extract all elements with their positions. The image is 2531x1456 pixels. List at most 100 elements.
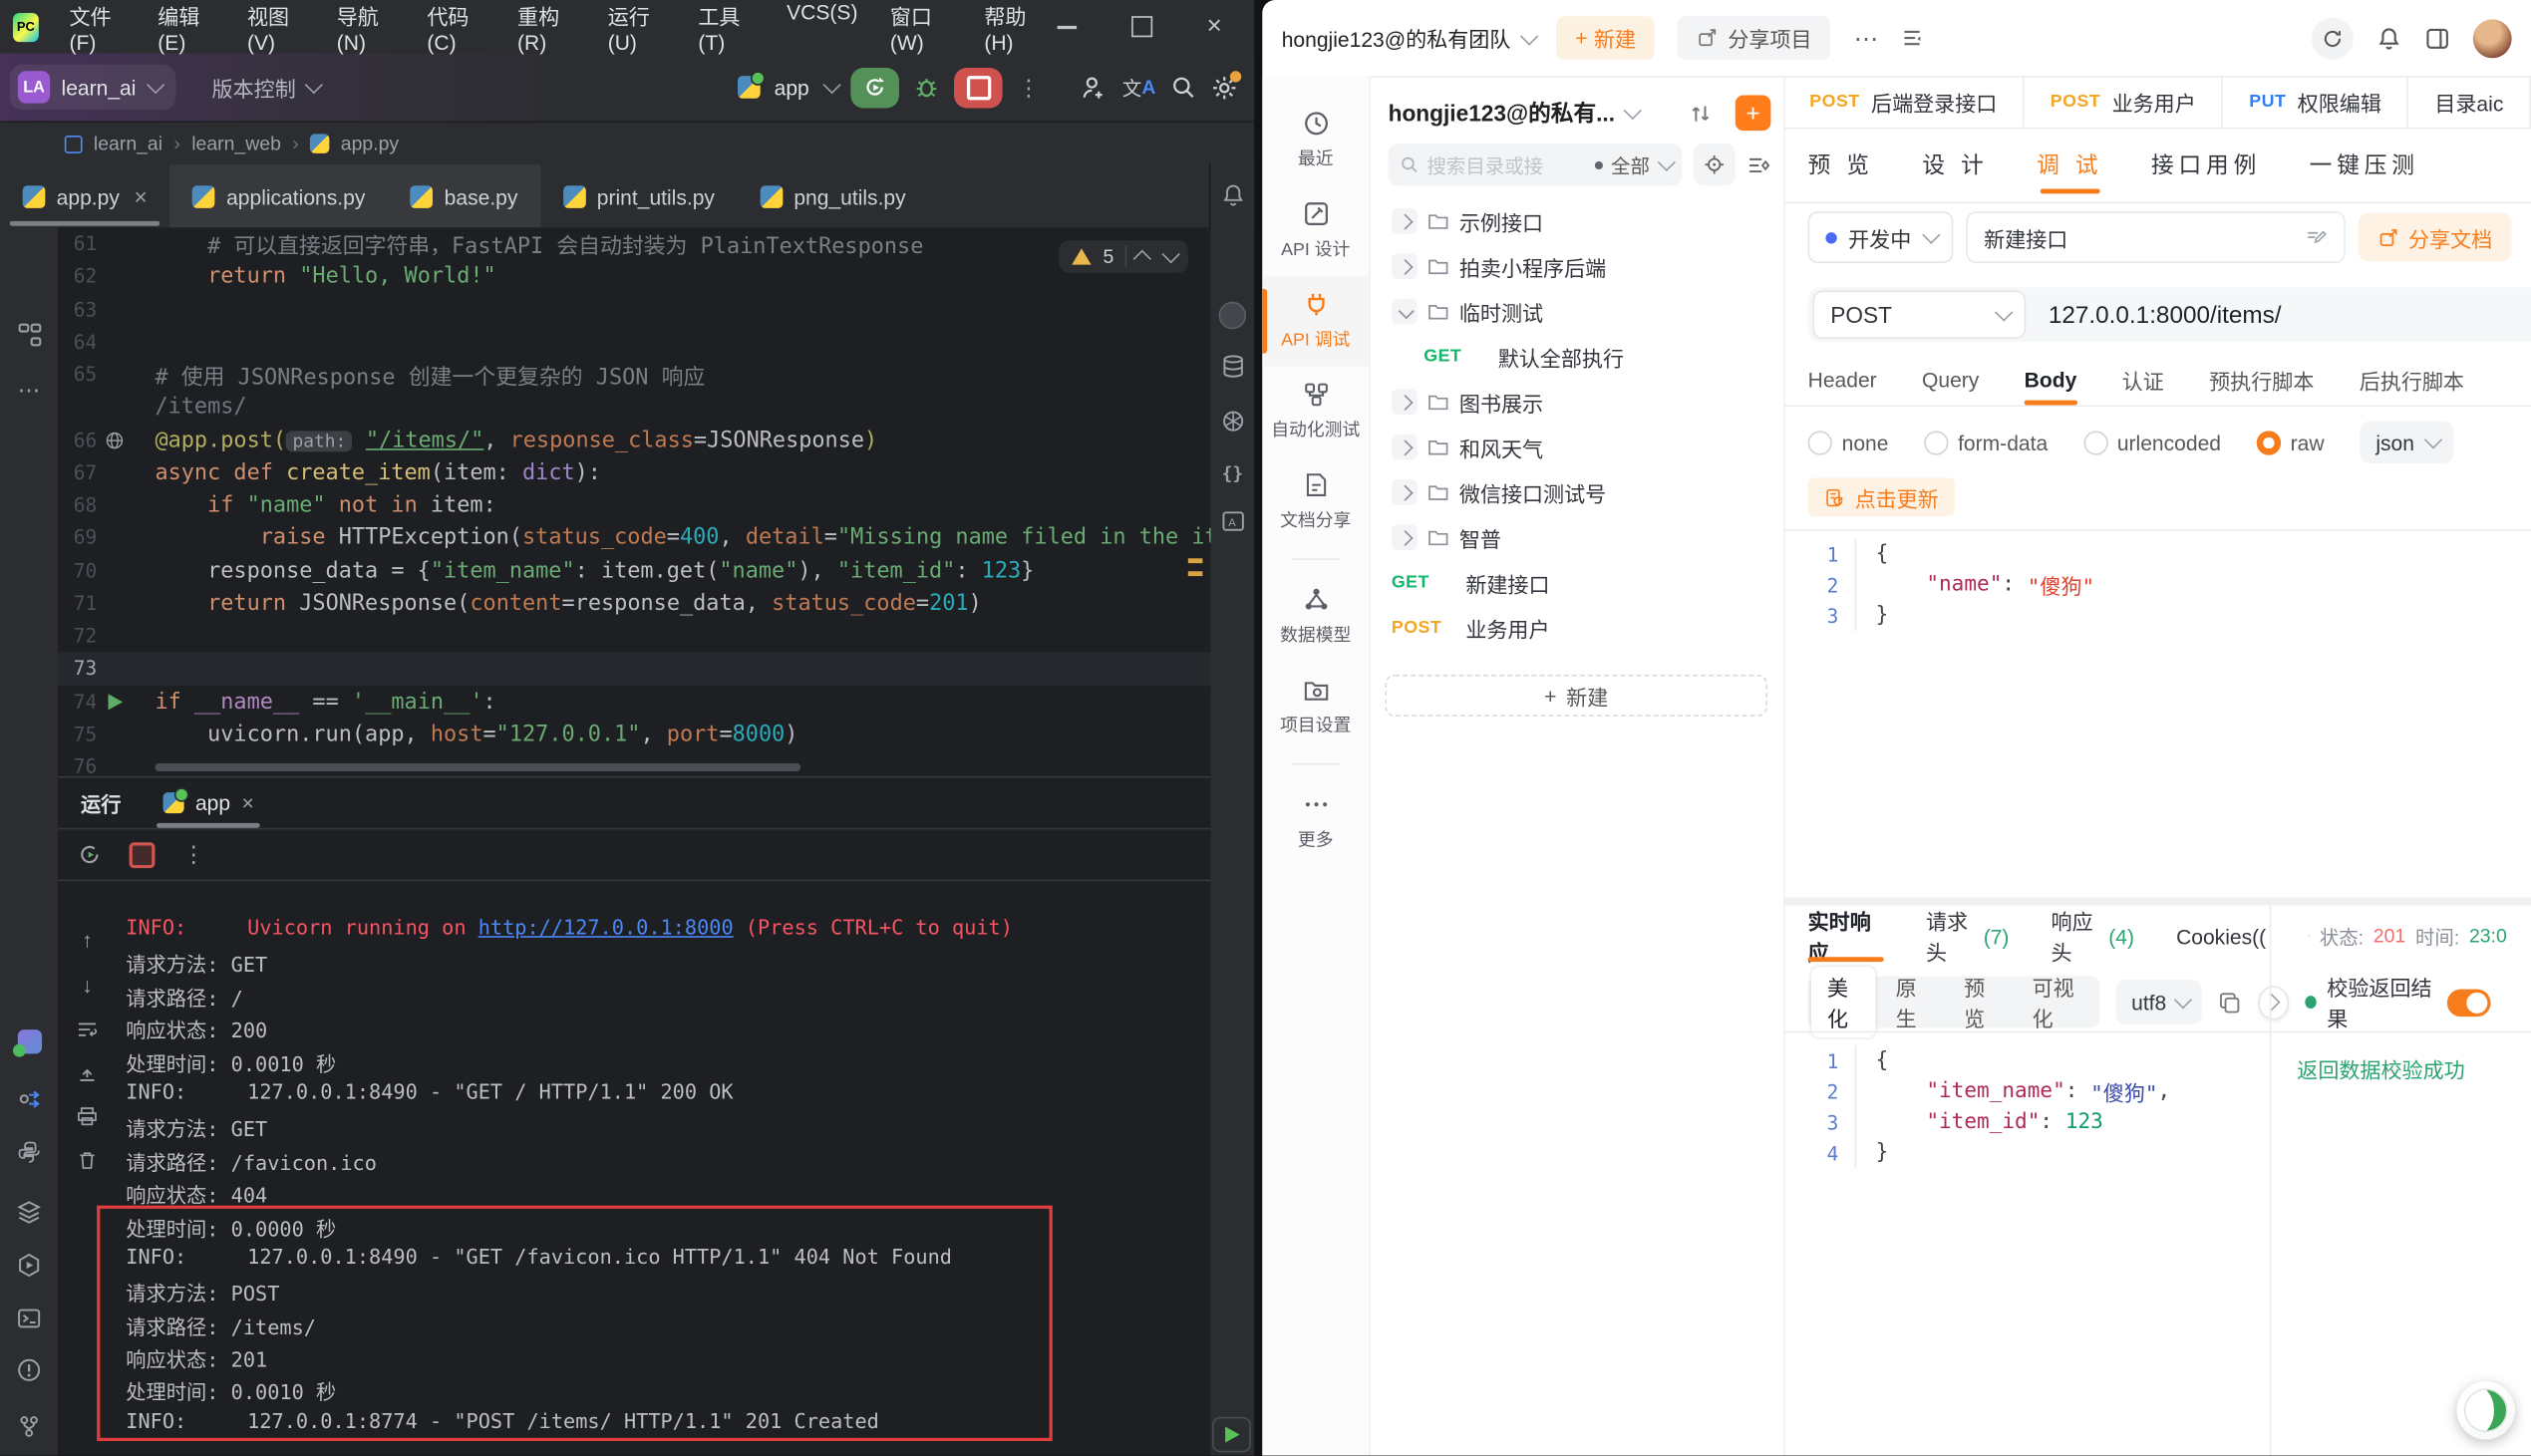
format-tab-原生[interactable]: 原生 xyxy=(1879,967,1944,1037)
rail-item-项目设置[interactable]: 项目设置 xyxy=(1262,662,1369,752)
raw-type-select[interactable]: json xyxy=(2360,422,2453,463)
format-tab-可视化[interactable]: 可视化 xyxy=(2016,967,2097,1037)
team-selector[interactable]: hongjie123@的私有团队 xyxy=(1282,23,1533,54)
filter-value[interactable]: 全部 xyxy=(1611,150,1650,178)
sidebar-toggle-icon[interactable] xyxy=(2424,25,2450,51)
request-tab-预执行脚本[interactable]: 预执行脚本 xyxy=(2209,355,2314,405)
subnav-tab-调试[interactable]: 调 试 xyxy=(2037,130,2102,200)
import-export-icon[interactable] xyxy=(1689,101,1713,125)
rail-item-API 设计[interactable]: API 设计 xyxy=(1262,185,1369,276)
menu-item[interactable]: VCS(S) xyxy=(773,0,872,59)
python-packages-icon[interactable] xyxy=(0,1139,58,1165)
chevron-right-icon[interactable] xyxy=(1392,524,1418,550)
floating-run-icon[interactable] xyxy=(1212,1417,1251,1453)
rail-item-数据模型[interactable]: 数据模型 xyxy=(1262,571,1369,662)
request-tab-Header[interactable]: Header xyxy=(1808,355,1877,405)
editor-tab[interactable]: png_utils.py xyxy=(738,164,929,229)
tree-folder[interactable]: 微信接口测试号 xyxy=(1369,469,1783,514)
ai-chat-icon[interactable] xyxy=(1210,302,1254,330)
method-select[interactable]: POST xyxy=(1812,290,2026,339)
next-warning-icon[interactable] xyxy=(1162,245,1180,263)
editor-tab[interactable]: base.py xyxy=(388,164,540,229)
breadcrumb-item[interactable]: learn_web xyxy=(191,133,281,155)
request-tab-后执行脚本[interactable]: 后执行脚本 xyxy=(2360,355,2464,405)
tree-folder[interactable]: 拍卖小程序后端 xyxy=(1369,244,1783,289)
collapse-panel-icon[interactable] xyxy=(2259,986,2289,1019)
more-actions-icon[interactable]: ⋮ xyxy=(1018,74,1041,102)
tree-request[interactable]: GET默认全部执行 xyxy=(1369,334,1783,379)
chevron-right-icon[interactable] xyxy=(1392,208,1418,234)
json-tools-icon[interactable]: {} xyxy=(1210,463,1254,484)
close-icon[interactable]: × xyxy=(134,184,147,210)
chevron-down-icon[interactable] xyxy=(1392,299,1418,325)
console-more-icon[interactable]: ⋮ xyxy=(182,841,205,869)
vcs-widget[interactable]: 版本控制 xyxy=(212,72,319,103)
inspections-widget[interactable]: 5 xyxy=(1060,240,1188,272)
rail-item-最近[interactable]: 最近 xyxy=(1262,96,1369,186)
horizontal-scrollbar[interactable] xyxy=(155,763,800,771)
subnav-tab-一键压测[interactable]: 一键压测 xyxy=(2310,130,2419,200)
notifications-bell-icon[interactable] xyxy=(2376,25,2402,51)
subnav-tab-接口用例[interactable]: 接口用例 xyxy=(2151,130,2261,200)
response-tab[interactable]: 请求头(7) xyxy=(1926,905,2009,967)
scroll-down-icon[interactable]: ↓ xyxy=(82,973,93,997)
project-title[interactable]: hongjie123@的私有... xyxy=(1389,97,1615,129)
response-tab[interactable]: Cookies(( xyxy=(2176,905,2266,967)
request-body-editor[interactable]: 1{2 "name": "傻狗"3} xyxy=(1783,529,2531,907)
request-tab-认证[interactable]: 认证 xyxy=(2122,355,2164,405)
response-splitter[interactable] xyxy=(1783,897,2531,905)
tree-request[interactable]: POST业务用户 xyxy=(1369,605,1783,650)
menu-item[interactable]: 帮助(H) xyxy=(970,0,1057,59)
api-tab[interactable]: 目录aic xyxy=(2408,76,2530,128)
display-settings-icon[interactable] xyxy=(1746,152,1770,176)
layout-icon[interactable] xyxy=(1901,26,1925,50)
project-selector[interactable]: LA learn_ai xyxy=(10,65,176,110)
maximize-icon[interactable] xyxy=(1131,16,1152,37)
notifications-bell-icon[interactable] xyxy=(1210,182,1254,208)
rail-item-API 调试[interactable]: API 调试 xyxy=(1262,276,1369,367)
rerun-button[interactable] xyxy=(851,67,900,107)
commit-tool-icon[interactable] xyxy=(0,1086,58,1112)
user-avatar[interactable] xyxy=(2473,19,2512,58)
copy-icon[interactable] xyxy=(2218,990,2242,1014)
problems-tool-icon[interactable] xyxy=(0,1357,58,1383)
tree-folder[interactable]: 智普 xyxy=(1369,515,1783,560)
services-tool-icon[interactable] xyxy=(0,1253,58,1279)
menu-item[interactable]: 文件(F) xyxy=(55,0,141,59)
search-icon[interactable] xyxy=(1170,74,1196,100)
rail-item-更多[interactable]: 更多 xyxy=(1262,776,1369,867)
dev-status-select[interactable]: 开发中 xyxy=(1808,211,1954,263)
more-icon[interactable]: ⋯ xyxy=(1854,23,1878,52)
share-doc-button[interactable]: 分享文档 xyxy=(2359,213,2512,262)
tree-folder[interactable]: 示例接口 xyxy=(1369,198,1783,243)
packages-layers-icon[interactable] xyxy=(0,1199,58,1225)
settings-gear-icon[interactable] xyxy=(1210,74,1238,102)
sync-icon[interactable] xyxy=(2312,17,2354,59)
request-tab-Query[interactable]: Query xyxy=(1922,355,1979,405)
tree-new-button[interactable]: + 新建 xyxy=(1385,675,1767,717)
editor-tab[interactable]: app.py× xyxy=(0,164,169,229)
menu-item[interactable]: 运行(U) xyxy=(593,0,680,59)
code-editor[interactable]: 61 # 可以直接返回字符串，FastAPI 会自动封装为 PlainTextR… xyxy=(58,227,1210,776)
menu-item[interactable]: 重构(R) xyxy=(502,0,589,59)
database-tool-icon[interactable] xyxy=(1210,354,1254,380)
ai-assistant-icon[interactable] xyxy=(0,1029,58,1053)
tree-folder[interactable]: 和风天气 xyxy=(1369,425,1783,469)
chevron-right-icon[interactable] xyxy=(1392,435,1418,460)
stop-button[interactable] xyxy=(955,67,1004,107)
format-tab-美化[interactable]: 美化 xyxy=(1811,967,1876,1037)
menu-item[interactable]: 视图(V) xyxy=(232,0,318,59)
subnav-tab-设计[interactable]: 设 计 xyxy=(1922,130,1988,200)
api-tab[interactable]: POST业务用户 xyxy=(2025,76,2223,128)
assistant-plugin-icon[interactable] xyxy=(1210,409,1254,435)
scroll-to-end-icon[interactable] xyxy=(76,1061,99,1084)
tree-request[interactable]: GET新建接口 xyxy=(1369,560,1783,605)
add-api-button[interactable]: + xyxy=(1736,96,1771,132)
editor-tab[interactable]: applications.py xyxy=(169,164,388,229)
image-preview-icon[interactable]: A xyxy=(1210,508,1254,534)
tree-folder[interactable]: 临时测试 xyxy=(1369,289,1783,334)
api-name-input[interactable]: 新建接口 xyxy=(1966,211,2345,263)
more-tools-icon[interactable]: ⋯ xyxy=(0,376,58,404)
close-window-icon[interactable]: × xyxy=(1207,18,1222,36)
terminal-tool-icon[interactable] xyxy=(0,1306,58,1331)
